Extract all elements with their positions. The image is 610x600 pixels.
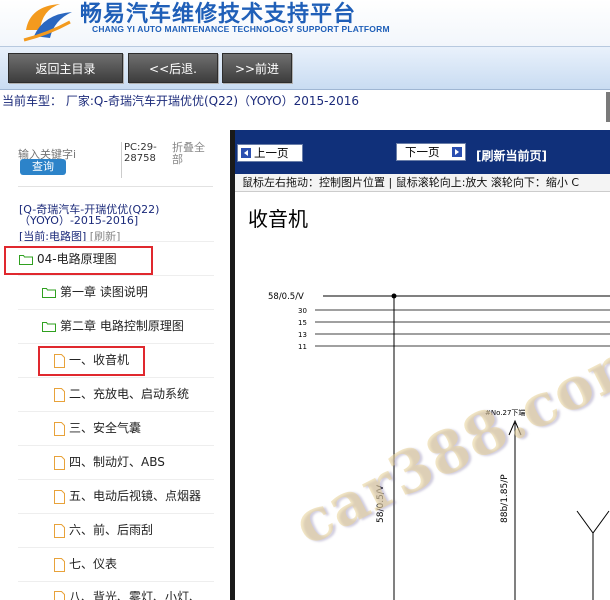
next-page-label: 下一页 xyxy=(405,145,440,159)
document-icon xyxy=(54,421,65,436)
document-icon xyxy=(54,387,65,402)
bus-label: 13 xyxy=(298,331,307,339)
document-icon xyxy=(54,455,65,470)
fold-all-link[interactable]: 折叠全部 xyxy=(172,142,212,166)
bus-label: 58/0.5/V xyxy=(268,292,304,302)
brand-subtitle: CHANG YI AUTO MAINTENANCE TECHNOLOGY SUP… xyxy=(92,24,390,34)
wire-label: 88b/1.85/P xyxy=(500,474,510,523)
document-icon xyxy=(54,489,65,504)
divider xyxy=(18,513,214,514)
antenna-icon xyxy=(576,510,610,534)
tree-item-label: 五、电动后视镜、点烟器 xyxy=(69,489,202,503)
pc-counter: PC:29-28758 xyxy=(121,142,167,178)
tree-item-wipers[interactable]: 六、前、后雨刮 xyxy=(54,519,153,541)
divider xyxy=(18,547,214,548)
scroll-edge xyxy=(606,92,610,122)
tree-item-label: 六、前、后雨刮 xyxy=(69,523,154,537)
tree-item-brake-abs[interactable]: 四、制动灯、ABS xyxy=(54,451,165,473)
app-header: 畅易汽车维修技术支持平台 CHANG YI AUTO MAINTENANCE T… xyxy=(0,0,610,46)
divider xyxy=(18,275,214,276)
divider xyxy=(18,377,214,378)
tree-item-chapter-2[interactable]: 第二章 电路控制原理图 xyxy=(42,315,184,337)
tree-item-instrument[interactable]: 七、仪表 xyxy=(54,553,117,575)
highlight-box xyxy=(38,346,145,376)
document-icon xyxy=(54,523,65,538)
tree-item-airbag[interactable]: 三、安全气囊 xyxy=(54,417,141,439)
divider xyxy=(18,411,214,412)
car-model-title: [Q-奇瑞汽车-开瑞优优(Q22)（YOYO）-2015-2016] xyxy=(19,203,160,227)
tree-item-label: 三、安全气囊 xyxy=(69,421,142,435)
divider xyxy=(18,581,214,582)
tree-item-label: 第二章 电路控制原理图 xyxy=(60,319,184,333)
arrow-right-icon xyxy=(452,147,462,157)
divider xyxy=(18,343,214,344)
bus-label: 30 xyxy=(298,307,307,315)
divider xyxy=(18,479,214,480)
tree-item-charging-start[interactable]: 二、充放电、启动系统 xyxy=(54,383,189,405)
forward-button[interactable]: >>前进 xyxy=(222,53,292,83)
tree-item-label: 第一章 读图说明 xyxy=(60,285,148,299)
back-button[interactable]: <<后退. xyxy=(128,53,218,83)
prev-page-button[interactable]: 上一页 xyxy=(237,144,303,162)
divider xyxy=(18,241,214,242)
tree-item-label: 四、制动灯、ABS xyxy=(69,455,165,469)
search-button[interactable]: 查询 xyxy=(20,159,66,175)
bus-label: 15 xyxy=(298,319,307,327)
prev-page-label: 上一页 xyxy=(254,146,289,160)
highlight-box xyxy=(4,246,153,275)
next-page-button[interactable]: 下一页 xyxy=(396,143,466,161)
catalog-sidebar: 查询 PC:29-28758 折叠全部 [Q-奇瑞汽车-开瑞优优(Q22)（YO… xyxy=(0,130,230,600)
tree-item-label: 二、充放电、启动系统 xyxy=(69,387,190,401)
bus-label: 11 xyxy=(298,343,307,351)
document-icon xyxy=(54,590,65,600)
divider xyxy=(18,445,214,446)
document-icon xyxy=(54,557,65,572)
home-button[interactable]: 返回主目录 xyxy=(8,53,123,83)
app-root: { "header": { "title_cn": "畅易汽车维修技术支持平台"… xyxy=(0,0,610,600)
divider xyxy=(18,186,213,187)
main-toolbar: 返回主目录 <<后退. >>前进 xyxy=(0,46,610,90)
tree-item-label: 七、仪表 xyxy=(69,557,118,571)
tree-item-label: 八、背光、雾灯、小灯、 xyxy=(69,590,202,600)
tree-item-mirror-lighter[interactable]: 五、电动后视镜、点烟器 xyxy=(54,485,201,507)
changyi-logo-icon xyxy=(23,4,72,42)
circuit-diagram-image[interactable]: 收音机 58/0.5/V 30 15 13 11 #No.27下端 58/0.5… xyxy=(235,193,610,600)
refresh-page-link[interactable]: [刷新当前页] xyxy=(476,147,547,164)
divider xyxy=(18,309,214,310)
viewer-navbar: 上一页 下一页 [刷新当前页] xyxy=(235,130,610,174)
tree-item-lights[interactable]: 八、背光、雾灯、小灯、 xyxy=(54,586,201,600)
tree-item-chapter-1[interactable]: 第一章 读图说明 xyxy=(42,281,148,303)
arrow-left-icon xyxy=(241,148,251,158)
current-car-info: 当前车型： 厂家:Q-奇瑞汽车开瑞优优(Q22)（YOYO）2015-2016 xyxy=(0,90,610,112)
diagram-viewer: 上一页 下一页 [刷新当前页] 鼠标左右拖动：控制图片位置 | 鼠标滚轮向上:放… xyxy=(235,130,610,600)
folder-icon xyxy=(42,288,56,298)
folder-icon xyxy=(42,322,56,332)
viewer-hint: 鼠标左右拖动：控制图片位置 | 鼠标滚轮向上:放大 滚轮向下：缩小 C xyxy=(235,174,610,192)
